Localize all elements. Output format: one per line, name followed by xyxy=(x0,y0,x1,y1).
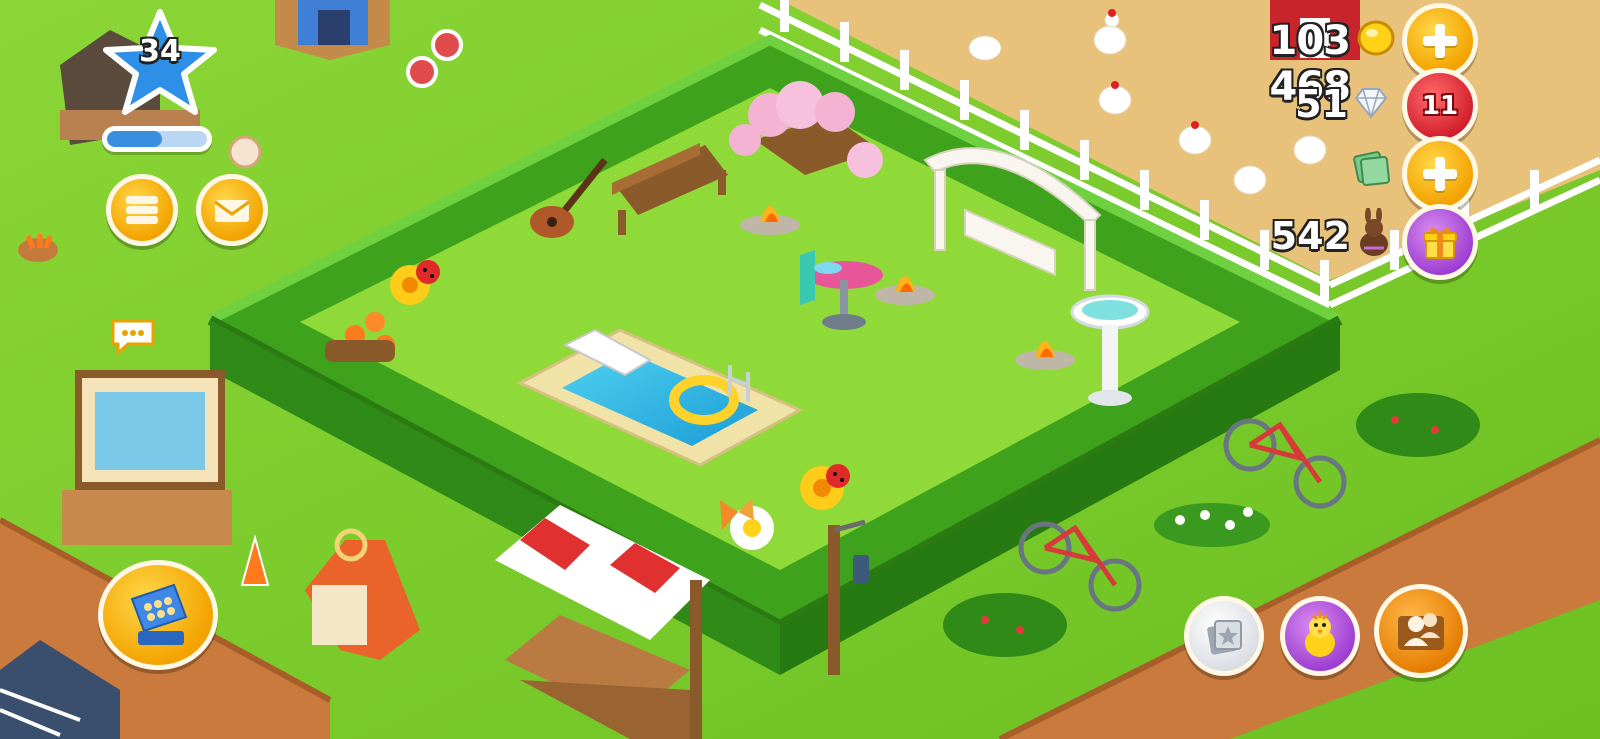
xp-bar-fill xyxy=(107,131,162,147)
cash-icon xyxy=(1353,151,1390,186)
gift-icon xyxy=(1423,227,1457,259)
xp-bar xyxy=(102,126,212,152)
mail-icon xyxy=(214,200,250,222)
mail-button[interactable] xyxy=(196,174,268,246)
chocolate-bunny-icon xyxy=(1360,208,1388,256)
chat-bubble-icon xyxy=(111,319,155,355)
add-cash-button[interactable] xyxy=(1402,136,1478,212)
newspaper-icon xyxy=(126,196,158,224)
diamond-icon xyxy=(1354,88,1388,120)
level-widget[interactable]: 34 xyxy=(100,8,220,158)
friends-icon xyxy=(1398,613,1444,650)
diamonds-count: 51 xyxy=(1295,82,1348,126)
pet-bowl xyxy=(431,29,463,61)
diamonds-badge-count: 11 xyxy=(1421,91,1459,121)
friends-button[interactable] xyxy=(1374,584,1468,678)
xp-bar-track xyxy=(107,131,207,147)
diamonds-badge[interactable]: 11 xyxy=(1402,68,1478,144)
cash-register-icon xyxy=(130,583,188,645)
shop-button[interactable] xyxy=(98,560,218,670)
berry-bush xyxy=(1356,393,1480,457)
coin-icon xyxy=(1357,20,1395,56)
pet-bowl xyxy=(406,56,438,88)
eggs-count: 542 xyxy=(1270,214,1350,258)
cards-icon xyxy=(1207,620,1242,655)
cards-button[interactable] xyxy=(1184,596,1264,676)
chat-button[interactable] xyxy=(108,316,158,356)
newspaper-button[interactable] xyxy=(106,174,178,246)
level-number: 34 xyxy=(139,34,181,69)
newspaper-board xyxy=(62,370,232,545)
white-flower-bush xyxy=(1154,503,1270,547)
chick-icon xyxy=(1305,612,1335,657)
berry-bush xyxy=(943,593,1067,657)
gift-button[interactable] xyxy=(1402,204,1478,280)
chick-button[interactable] xyxy=(1280,596,1360,676)
